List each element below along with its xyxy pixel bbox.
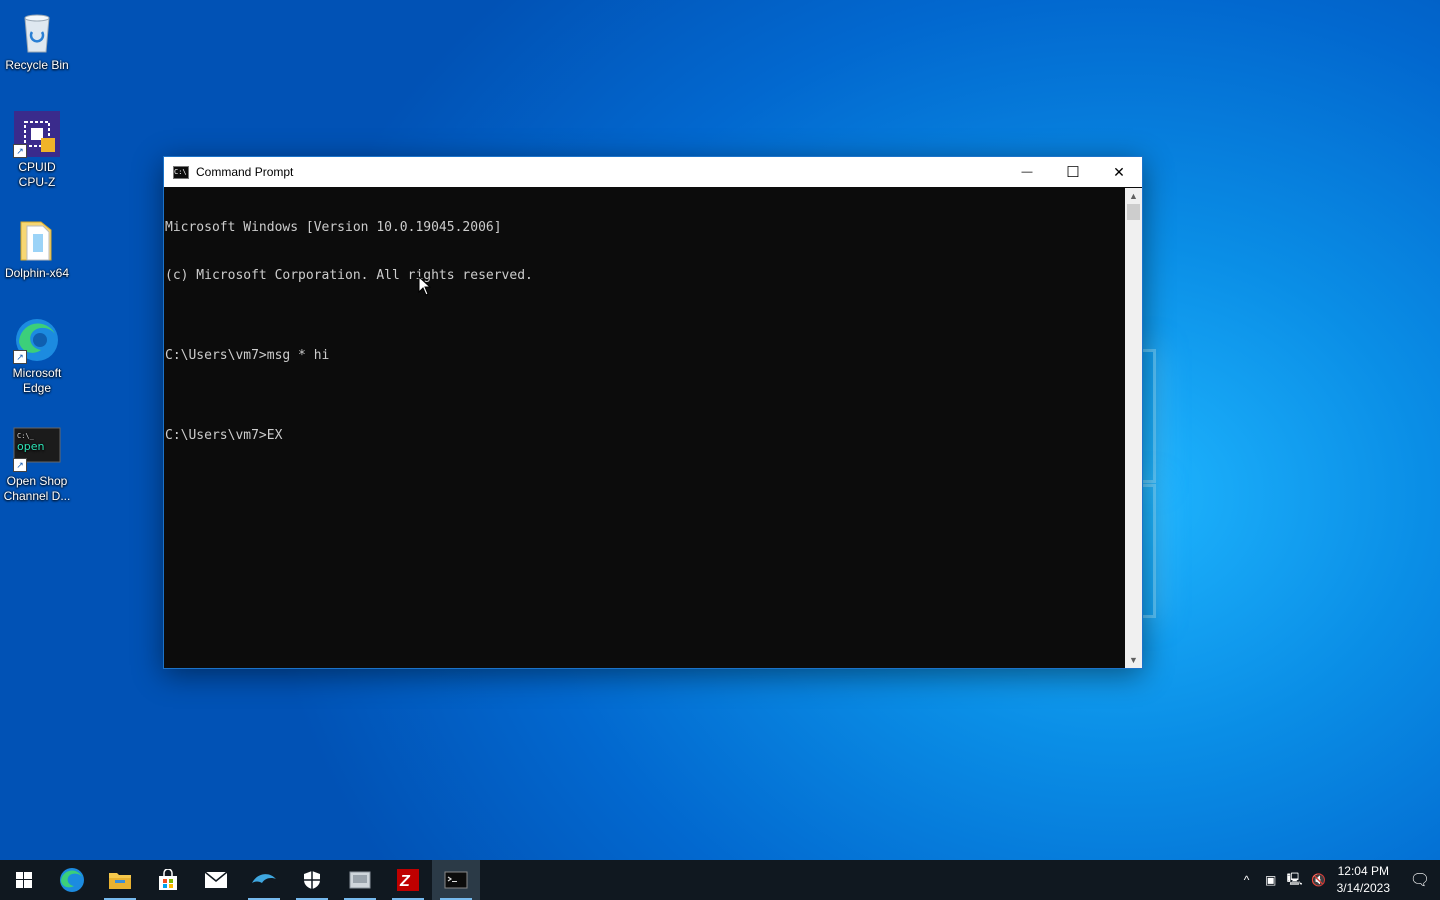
minimize-icon: — <box>1021 166 1033 178</box>
console-line: C:\Users\vm7>EX <box>165 428 283 443</box>
desktop-icon-label: Channel D... <box>3 489 71 503</box>
desktop-icon-dolphin[interactable]: Dolphin-x64 <box>0 216 74 281</box>
svg-text:Z: Z <box>399 873 411 890</box>
close-button[interactable]: ✕ <box>1096 157 1142 187</box>
command-prompt-window[interactable]: C:\ Command Prompt — ☐ ✕ Microsoft Windo… <box>163 156 1143 669</box>
start-icon <box>16 872 32 888</box>
maximize-button[interactable]: ☐ <box>1050 157 1096 187</box>
command-prompt-icon <box>444 871 468 889</box>
console-line: C:\Users\vm7>msg * hi <box>165 348 330 363</box>
scroll-up-icon[interactable]: ▲ <box>1125 188 1142 204</box>
desktop-icon-cpuz[interactable]: ↗ CPUID CPU-Z <box>0 110 74 190</box>
console-output[interactable]: Microsoft Windows [Version 10.0.19045.20… <box>164 188 1125 668</box>
edge-icon: ↗ <box>13 316 61 364</box>
dolphin-icon <box>252 874 276 883</box>
file-explorer-icon <box>109 873 131 889</box>
clock-date: 3/14/2023 <box>1336 881 1390 895</box>
meet-now-icon[interactable]: ▣ <box>1259 873 1283 887</box>
command-prompt-icon: C:\ <box>173 165 189 179</box>
console-line: (c) Microsoft Corporation. All rights re… <box>165 268 533 283</box>
folder-icon <box>13 216 61 264</box>
shortcut-arrow-icon: ↗ <box>13 458 27 472</box>
wallpaper-logo-pane <box>1143 484 1156 618</box>
store-icon <box>159 869 177 890</box>
mail-icon <box>204 871 228 888</box>
scroll-down-icon[interactable]: ▼ <box>1125 652 1142 668</box>
console-line: Microsoft Windows [Version 10.0.19045.20… <box>165 220 502 235</box>
start-button[interactable] <box>0 860 48 900</box>
taskbar-filezilla[interactable]: Z <box>384 860 432 900</box>
title-bar[interactable]: C:\ Command Prompt — ☐ ✕ <box>164 157 1142 187</box>
recycle-bin-icon <box>13 8 61 56</box>
maximize-icon: ☐ <box>1066 164 1080 181</box>
filezilla-icon: Z <box>397 869 419 891</box>
desktop-icon-edge[interactable]: ↗ Microsoft Edge <box>0 316 74 396</box>
taskbar-edge[interactable] <box>48 860 96 900</box>
desktop-icon-label: Edge <box>22 381 52 395</box>
clock[interactable]: 12:04 PM 3/14/2023 <box>1337 863 1390 897</box>
desktop-icon-label: Recycle Bin <box>5 58 69 72</box>
security-icon <box>304 871 320 889</box>
app-icon <box>349 871 371 889</box>
open-shop-channel-icon: C:\_ open ↗ <box>13 424 61 472</box>
chevron-up-icon[interactable]: ^ <box>1235 873 1259 887</box>
clock-time: 12:04 PM <box>1337 864 1389 878</box>
system-tray: ^ ▣ 🖳 🔇 12:04 PM 3/14/2023 🗨 <box>1235 860 1440 900</box>
svg-text:open: open <box>17 440 44 453</box>
desktop-icon-label: CPU-Z <box>18 175 56 189</box>
taskbar-file-explorer[interactable] <box>96 860 144 900</box>
notifications-icon[interactable]: 🗨 <box>1400 870 1440 890</box>
shortcut-arrow-icon: ↗ <box>13 144 27 158</box>
vertical-scrollbar[interactable]: ▲ ▼ <box>1125 188 1142 668</box>
desktop-icon-recycle-bin[interactable]: Recycle Bin <box>0 8 74 73</box>
taskbar-mail[interactable] <box>192 860 240 900</box>
taskbar-command-prompt[interactable] <box>432 860 480 900</box>
desktop-icon-label: Dolphin-x64 <box>4 266 70 280</box>
cpuz-icon: ↗ <box>13 110 61 158</box>
close-icon: ✕ <box>1113 163 1125 180</box>
network-icon[interactable]: 🖳 <box>1283 870 1307 891</box>
minimize-button[interactable]: — <box>1004 157 1050 187</box>
edge-icon <box>60 868 84 892</box>
desktop-icon-open-shop-channel[interactable]: C:\_ open ↗ Open Shop Channel D... <box>0 424 74 504</box>
taskbar-dolphin[interactable] <box>240 860 288 900</box>
taskbar: Z ^ ▣ 🖳 🔇 12:04 PM 3/14/2023 🗨 <box>0 860 1440 900</box>
taskbar-security[interactable] <box>288 860 336 900</box>
scrollbar-thumb[interactable] <box>1127 204 1140 220</box>
shortcut-arrow-icon: ↗ <box>13 350 27 364</box>
wallpaper-logo-pane <box>1143 349 1156 483</box>
svg-text:C:\_: C:\_ <box>17 432 35 440</box>
desktop-icon-label: CPUID <box>18 160 56 174</box>
desktop-icon-label: Microsoft <box>12 366 62 380</box>
window-title: Command Prompt <box>196 165 294 179</box>
taskbar-app[interactable] <box>336 860 384 900</box>
desktop-icon-label: Open Shop <box>6 474 68 488</box>
taskbar-store[interactable] <box>144 860 192 900</box>
volume-muted-icon[interactable]: 🔇 <box>1307 873 1331 887</box>
